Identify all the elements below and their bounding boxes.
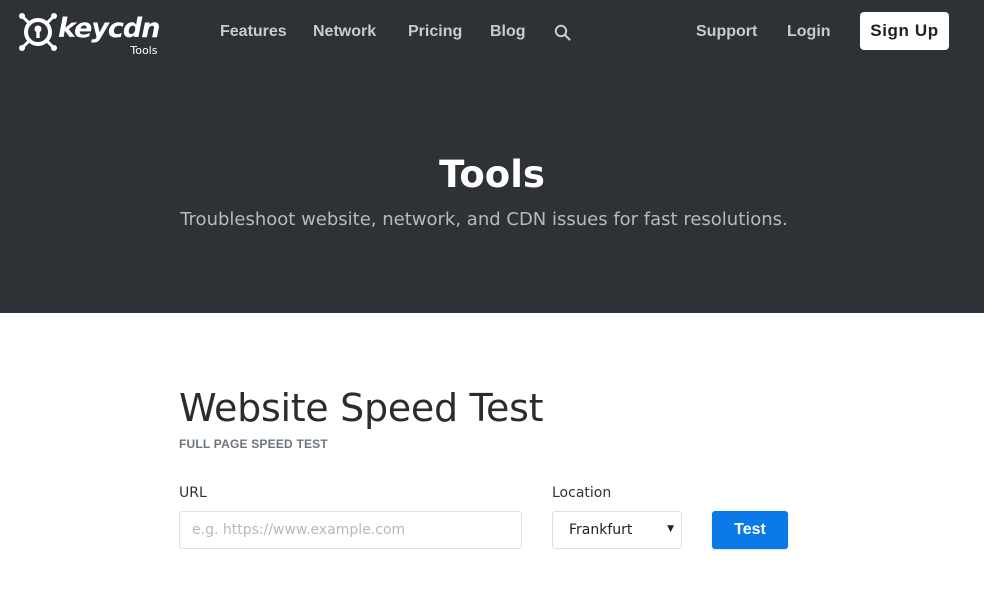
signup-button[interactable]: Sign Up: [860, 12, 949, 50]
hero-subtitle: Troubleshoot website, network, and CDN i…: [180, 209, 788, 230]
nav-link-network[interactable]: Network: [313, 22, 376, 42]
speed-test-form: URL Location Frankfurt ▼ Test: [179, 485, 799, 555]
nav-link-features[interactable]: Features: [220, 22, 287, 42]
brand-text: keycdn Tools: [58, 12, 160, 57]
search-button[interactable]: [553, 23, 573, 43]
location-select[interactable]: Frankfurt ▼: [552, 511, 682, 549]
top-navbar: keycdn Tools Features Network Pricing Bl…: [0, 0, 984, 66]
location-value: Frankfurt: [569, 522, 633, 538]
url-input[interactable]: [179, 511, 522, 549]
hero-section: keycdn Tools Features Network Pricing Bl…: [0, 0, 984, 313]
speed-test-section: Website Speed Test FULL PAGE SPEED TEST …: [179, 385, 799, 549]
caret-down-icon: ▼: [667, 524, 674, 534]
brand-name: keycdn: [58, 13, 160, 44]
brand-sub: Tools: [130, 44, 158, 57]
url-label: URL: [179, 485, 207, 501]
test-button[interactable]: Test: [712, 511, 788, 549]
nav-link-support[interactable]: Support: [696, 22, 757, 42]
keycdn-logo-icon: [19, 13, 57, 51]
nav-link-login[interactable]: Login: [787, 22, 831, 42]
nav-link-blog[interactable]: Blog: [490, 22, 526, 42]
brand-logo[interactable]: keycdn Tools: [18, 12, 160, 57]
nav-link-pricing[interactable]: Pricing: [408, 22, 462, 42]
search-icon: [554, 24, 571, 41]
location-label: Location: [552, 485, 612, 501]
page-title: Website Speed Test: [179, 386, 544, 430]
hero-title: Tools: [439, 153, 545, 196]
page-subtitle: FULL PAGE SPEED TEST: [179, 437, 328, 451]
